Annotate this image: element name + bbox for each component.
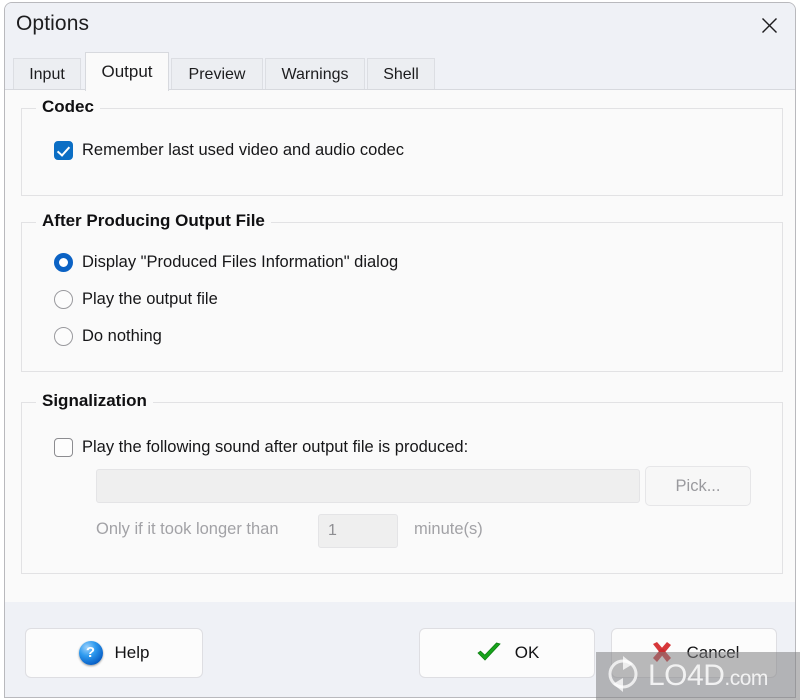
delay-label: Only if it took longer than xyxy=(96,520,279,538)
delay-unit-label: minute(s) xyxy=(414,520,483,538)
radio-play-output-file[interactable]: Play the output file xyxy=(54,290,218,309)
options-dialog: Options Input Output Preview Warnings Sh… xyxy=(4,2,796,698)
checkbox-remember-codec-label: Remember last used video and audio codec xyxy=(82,141,404,159)
tab-preview[interactable]: Preview xyxy=(171,58,263,90)
close-icon[interactable] xyxy=(751,9,787,41)
tab-shell[interactable]: Shell xyxy=(367,58,435,90)
group-after-producing-title: After Producing Output File xyxy=(36,211,271,231)
delay-minutes-input[interactable]: 1 xyxy=(318,514,398,548)
checkbox-remember-codec[interactable]: Remember last used video and audio codec xyxy=(54,141,404,160)
help-button[interactable]: ? Help xyxy=(25,628,203,678)
group-signalization: Signalization Play the following sound a… xyxy=(21,391,783,574)
tab-panel-output: Codec Remember last used video and audio… xyxy=(5,89,795,602)
title-bar: Options xyxy=(5,3,795,50)
delay-unit-row: minute(s) xyxy=(414,520,483,539)
help-icon: ? xyxy=(78,641,103,665)
tab-warnings[interactable]: Warnings xyxy=(265,58,365,90)
checkbox-play-sound-label: Play the following sound after output fi… xyxy=(82,438,469,456)
checkbox-remember-codec-box[interactable] xyxy=(54,141,73,160)
page-title: Options xyxy=(16,12,90,35)
group-codec: Codec Remember last used video and audio… xyxy=(21,97,783,196)
radio-display-produced-files-info[interactable]: Display "Produced Files Information" dia… xyxy=(54,253,398,272)
group-signalization-title: Signalization xyxy=(36,391,153,411)
pick-button[interactable]: Pick... xyxy=(645,466,751,506)
radio-play-output-file-label: Play the output file xyxy=(82,290,218,308)
delay-label-row: Only if it took longer than xyxy=(96,520,279,539)
checkbox-play-sound-box[interactable] xyxy=(54,438,73,457)
checkmark-icon xyxy=(475,641,503,665)
watermark-text: LO4D.com xyxy=(648,659,768,692)
tab-bar: Input Output Preview Warnings Shell xyxy=(5,50,795,91)
watermark-overlay: LO4D.com xyxy=(596,652,800,700)
group-codec-title: Codec xyxy=(36,97,100,117)
tab-output[interactable]: Output xyxy=(85,52,169,91)
group-after-producing-output-file: After Producing Output File Display "Pro… xyxy=(21,211,783,372)
sound-path-input[interactable] xyxy=(96,469,640,503)
ok-button[interactable]: OK xyxy=(419,628,595,678)
radio-do-nothing[interactable]: Do nothing xyxy=(54,327,162,346)
radio-do-nothing-circle[interactable] xyxy=(54,327,73,346)
radio-display-produced-files-info-circle[interactable] xyxy=(54,253,73,272)
checkbox-play-sound[interactable]: Play the following sound after output fi… xyxy=(54,438,468,457)
refresh-circle-icon xyxy=(602,653,644,700)
help-button-label: Help xyxy=(114,643,150,662)
ok-button-label: OK xyxy=(514,643,540,662)
radio-display-produced-files-info-label: Display "Produced Files Information" dia… xyxy=(82,253,399,271)
radio-do-nothing-label: Do nothing xyxy=(82,327,162,345)
tab-input[interactable]: Input xyxy=(13,58,81,90)
radio-play-output-file-circle[interactable] xyxy=(54,290,73,309)
